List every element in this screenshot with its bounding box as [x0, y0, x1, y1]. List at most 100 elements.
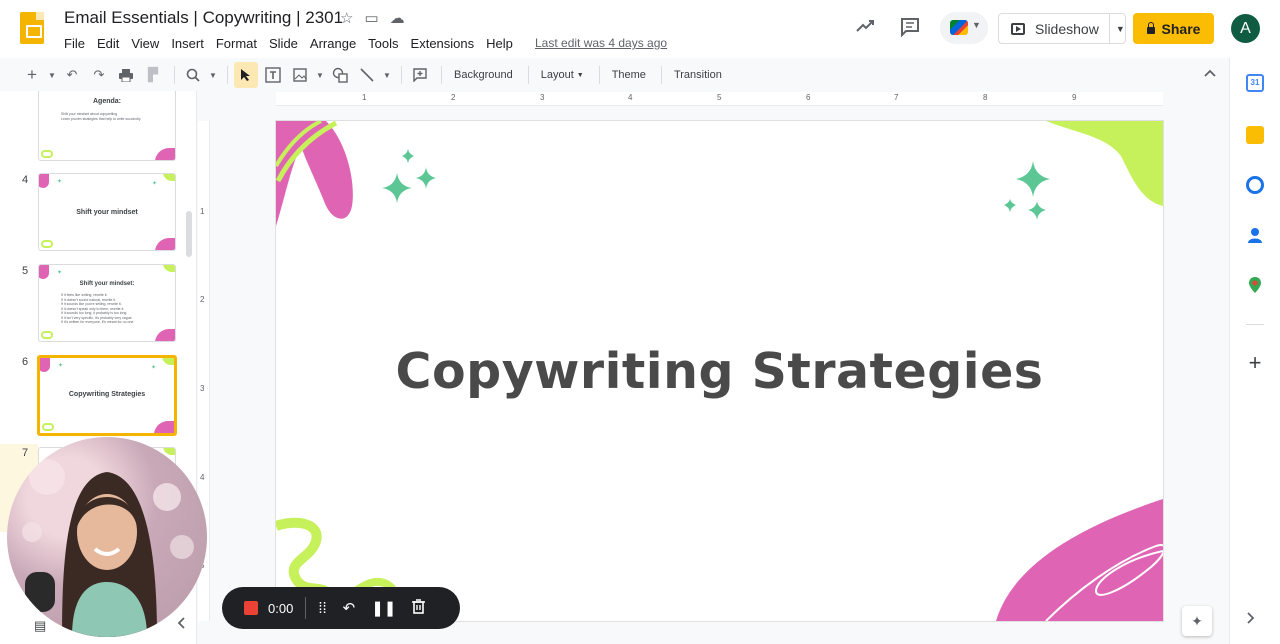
grid-view-icon[interactable]: ▤: [34, 618, 46, 634]
chevron-down-icon: ▼: [972, 20, 981, 30]
expand-side-panel-chevron-icon[interactable]: [1247, 612, 1255, 627]
shape-icon[interactable]: [328, 62, 352, 88]
menu-slide[interactable]: Slide: [269, 34, 304, 53]
title-actions: ☆ ▭ ☁: [340, 10, 405, 28]
stop-recording-icon[interactable]: [244, 601, 258, 615]
menu-arrange[interactable]: Arrange: [310, 34, 362, 53]
menu-format[interactable]: Format: [216, 34, 263, 53]
sparkle-shape: [1004, 199, 1016, 212]
select-cursor-icon[interactable]: [234, 62, 258, 88]
redo-icon[interactable]: ↷: [87, 62, 111, 88]
keep-icon[interactable]: [1246, 126, 1264, 144]
last-edit-link[interactable]: Last edit was 4 days ago: [535, 36, 667, 50]
zoom-chevron-icon[interactable]: ▼: [208, 62, 218, 88]
line-chevron-icon[interactable]: ▼: [382, 62, 392, 88]
text-box-icon[interactable]: [261, 62, 285, 88]
menu-edit[interactable]: Edit: [97, 34, 125, 53]
layout-button[interactable]: Layout ▼: [535, 62, 590, 88]
calendar-icon[interactable]: 31: [1246, 74, 1264, 92]
share-label: Share: [1161, 20, 1201, 37]
delete-icon[interactable]: [412, 598, 426, 618]
slideshow-label: Slideshow: [1035, 20, 1099, 37]
filmstrip-scrollbar[interactable]: [186, 211, 192, 257]
drag-handle-icon[interactable]: ⁞⁞: [318, 600, 326, 617]
layout-label: Layout: [540, 69, 574, 81]
slide-thumbnail[interactable]: ✦ Shift your mindset: If it feels like w…: [38, 264, 176, 342]
menu-insert[interactable]: Insert: [171, 34, 210, 53]
slide-number: 5: [22, 265, 29, 277]
layout-chevron-icon: ▼: [576, 71, 584, 79]
meet-button[interactable]: ▼: [940, 12, 988, 44]
thumbnail-title: Shift your mindset: [76, 209, 138, 216]
tasks-icon[interactable]: [1246, 176, 1264, 194]
slideshow-button[interactable]: Slideshow ▼: [998, 13, 1126, 44]
menu-view[interactable]: View: [131, 34, 165, 53]
account-avatar[interactable]: A: [1231, 14, 1260, 43]
slide-canvas[interactable]: Copywriting Strategies: [276, 121, 1163, 621]
thumbnail-title: Shift your mindset:: [79, 281, 135, 287]
sparkle-shape: [416, 167, 436, 189]
menu-bar: File Edit View Insert Format Slide Arran…: [64, 34, 525, 53]
transition-button[interactable]: Transition: [668, 62, 728, 88]
line-icon[interactable]: [355, 62, 379, 88]
side-panel: 31 +: [1229, 58, 1280, 644]
green-blob-shape: [1046, 121, 1163, 206]
slide-number: 4: [22, 174, 29, 186]
menu-tools[interactable]: Tools: [368, 34, 404, 53]
image-icon[interactable]: [288, 62, 312, 88]
slide-title[interactable]: Copywriting Strategies: [276, 343, 1163, 400]
zoom-icon[interactable]: [181, 62, 205, 88]
recording-toolbar: 0:00 ⁞⁞ ↶ ❚❚: [222, 587, 460, 629]
slide-thumbnail[interactable]: Agenda: Shift your mindset about copywri…: [38, 91, 176, 161]
slide-number: 6: [22, 356, 29, 368]
sparkle-shape: [1028, 201, 1046, 220]
horizontal-ruler: 1 2 3 4 5 6 7 8 9: [276, 92, 1163, 106]
toolbar: + ▼ ↶ ↷ ▛ ▼ ▼ ▼ Background Layout ▼ Theme…: [20, 62, 1226, 88]
pause-icon[interactable]: ❚❚: [371, 599, 396, 617]
get-addons-icon[interactable]: +: [1246, 352, 1264, 374]
slideshow-options-chevron-icon[interactable]: ▼: [1116, 24, 1125, 34]
menu-extensions[interactable]: Extensions: [411, 34, 481, 53]
theme-button[interactable]: Theme: [606, 62, 652, 88]
add-comment-icon[interactable]: [408, 62, 432, 88]
slide-thumbnail[interactable]: ✦ ✦ Shift your mindset: [38, 173, 176, 251]
menu-help[interactable]: Help: [486, 34, 519, 53]
move-folder-icon[interactable]: ▭: [364, 10, 378, 28]
document-title[interactable]: Email Essentials | Copywriting | 2301: [64, 8, 343, 28]
sparkle-shape: [382, 173, 412, 203]
presenter-video: [22, 459, 194, 637]
new-slide-chevron-icon[interactable]: ▼: [47, 62, 57, 88]
restart-icon[interactable]: ↶: [343, 599, 356, 617]
slides-logo-icon[interactable]: [20, 12, 44, 44]
paint-format-icon[interactable]: ▛: [141, 62, 165, 88]
thumbnail-title: Agenda:: [93, 98, 121, 105]
explore-icon[interactable]: ✦: [1182, 606, 1212, 636]
slide-thumbnail-selected[interactable]: ✦ ✦ Copywriting Strategies: [37, 355, 177, 436]
cloud-status-icon[interactable]: ☁: [390, 10, 405, 28]
sparkle-shape: [1016, 161, 1050, 197]
share-button[interactable]: Share: [1133, 13, 1214, 44]
sparkle-shape: [402, 149, 414, 163]
image-chevron-icon[interactable]: ▼: [315, 62, 325, 88]
background-button[interactable]: Background: [448, 62, 519, 88]
maps-icon[interactable]: [1246, 276, 1264, 294]
comments-icon[interactable]: [900, 17, 920, 42]
contacts-icon[interactable]: [1246, 226, 1264, 244]
menu-file[interactable]: File: [64, 34, 91, 53]
collapse-filmstrip-chevron-icon[interactable]: [177, 617, 185, 632]
undo-icon[interactable]: ↶: [60, 62, 84, 88]
new-slide-icon[interactable]: +: [20, 62, 44, 88]
thumbnail-title: Copywriting Strategies: [68, 391, 146, 398]
recording-timer: 0:00: [268, 600, 294, 616]
top-bar: Email Essentials | Copywriting | 2301 ☆ …: [0, 0, 1280, 58]
lock-icon: [1146, 22, 1155, 34]
star-icon[interactable]: ☆: [340, 10, 353, 28]
collapse-toolbar-chevron-icon[interactable]: [1204, 66, 1216, 80]
webcam-overlay[interactable]: [7, 437, 207, 637]
slide-number: 7: [22, 447, 29, 459]
activity-dashboard-icon[interactable]: [855, 16, 875, 41]
meet-icon: [950, 20, 968, 35]
play-icon: [1011, 22, 1025, 35]
pink-blob-shape: [996, 499, 1163, 621]
print-icon[interactable]: [114, 62, 138, 88]
